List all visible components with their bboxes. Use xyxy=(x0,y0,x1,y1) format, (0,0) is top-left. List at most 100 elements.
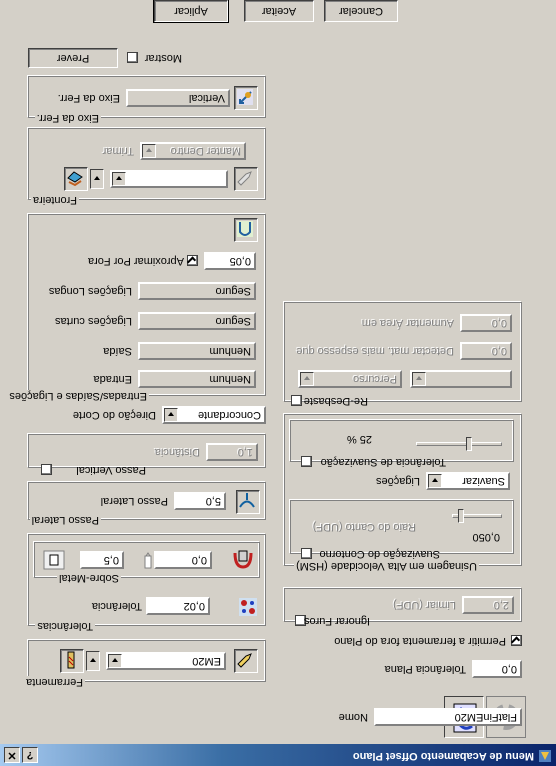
dialog-window: Menu de Acabamento Offset Plano ? ✕ Nome… xyxy=(0,0,556,766)
boundary-edit-button[interactable] xyxy=(234,167,258,191)
accept-button[interactable]: Aceitar xyxy=(244,0,314,22)
approach-input[interactable]: 0,05 xyxy=(204,252,256,270)
chevron-down-icon xyxy=(164,408,178,422)
approach-checkbox[interactable] xyxy=(187,255,198,266)
stepover-label: Passo Lateral xyxy=(100,495,168,507)
expand-area-input[interactable]: 0,0 xyxy=(460,314,512,332)
tolerance-label: Tolerância xyxy=(91,600,142,612)
cut-direction-select[interactable]: Concordante xyxy=(162,406,266,424)
chevron-down-icon xyxy=(108,654,122,668)
rest-reference-select[interactable] xyxy=(410,370,512,388)
short-links-value[interactable]: Seguro xyxy=(138,312,256,330)
window-title: Menu de Acabamento Offset Plano xyxy=(352,750,534,762)
stock-input[interactable]: 0,0 xyxy=(154,551,212,569)
hole-limit-input[interactable]: 2,0 xyxy=(462,596,514,614)
radius-value: 0,050 xyxy=(472,531,500,543)
close-button[interactable]: ✕ xyxy=(4,747,20,763)
links-group: Entradas/Saídas e Ligações xyxy=(7,214,266,402)
long-links-label: Ligações Longas xyxy=(48,285,132,297)
exit-value[interactable]: Nenhum xyxy=(138,342,256,360)
links-icon xyxy=(237,221,253,237)
distance-label: Distância xyxy=(154,446,200,458)
name-label: Nome xyxy=(338,711,368,723)
radius-label: Raio do Canto (UDF) xyxy=(312,521,416,533)
show-label: Mostrar xyxy=(144,52,182,64)
trim-select-value: Manter Dentro xyxy=(170,145,241,157)
hsm-group-label: Usinagem em Alta Velocidade (HSM) xyxy=(294,560,479,572)
chevron-down-icon xyxy=(412,372,426,386)
vertical-step-checkbox[interactable] xyxy=(41,464,52,475)
stock2-input[interactable]: 0,5 xyxy=(80,551,124,569)
preview-button[interactable]: Prever xyxy=(28,48,118,68)
vertical-step-label: Passo Vertical xyxy=(76,464,146,476)
tool-axis-label: Eixo da Ferr. xyxy=(57,92,120,104)
radius-slider-thumb[interactable] xyxy=(458,509,464,523)
boundary-group-label: Fronteira xyxy=(30,194,79,206)
stock-icon-button[interactable] xyxy=(232,549,254,571)
rest-type-select[interactable]: Percurso xyxy=(298,370,402,388)
tool-holder-button[interactable] xyxy=(60,649,84,673)
tolerances-group-label: Tolerâncias xyxy=(35,620,95,632)
chevron-down-icon xyxy=(300,372,314,386)
tolerance-icon-button[interactable] xyxy=(236,595,260,619)
chevron-down-icon xyxy=(428,474,442,488)
links-group-label: Entradas/Saídas e Ligações xyxy=(7,390,149,402)
stepover-icon xyxy=(239,493,255,508)
tolerance-icon xyxy=(239,598,257,616)
cancel-button[interactable]: Cancelar xyxy=(324,0,398,22)
ignore-holes-label: Ignorar Furos xyxy=(303,615,370,627)
hsm-links-value: Suavizar xyxy=(462,475,505,487)
tool-group-label: Ferramenta xyxy=(24,676,85,688)
name-input[interactable]: FlatFinEM20 xyxy=(374,708,522,726)
help-button[interactable]: ? xyxy=(22,747,38,763)
cut-direction-label: Direção do Corte xyxy=(72,409,156,421)
tolerance-input[interactable]: 0,02 xyxy=(146,597,210,615)
tool-edit-button[interactable] xyxy=(234,649,258,673)
cut-direction-value: Concordante xyxy=(198,409,261,421)
hole-limit-label: Limiar (UDF) xyxy=(393,599,456,611)
hsm-links-label: Ligações xyxy=(375,475,420,487)
tool-select[interactable]: EM20 xyxy=(106,652,226,670)
rest-type-value: Percurso xyxy=(352,373,397,385)
long-links-value[interactable]: Seguro xyxy=(138,282,256,300)
boundary-menu-button[interactable] xyxy=(90,169,104,189)
stock2-icon-button[interactable] xyxy=(42,549,66,571)
tool-select-value: EM20 xyxy=(192,655,221,667)
stepover-icon-button[interactable] xyxy=(236,490,260,514)
entry-value[interactable]: Nenhum xyxy=(138,370,256,388)
detect-thicker-input[interactable]: 0,0 xyxy=(460,342,512,360)
stepover-input[interactable]: 5,0 xyxy=(174,492,226,510)
entry-label: Entrada xyxy=(93,373,132,385)
plane-tolerance-input[interactable]: 0,0 xyxy=(472,660,522,678)
pencil-icon xyxy=(237,171,252,186)
allow-outside-checkbox[interactable] xyxy=(511,635,522,646)
hsm-links-select[interactable]: Suavizar xyxy=(426,472,510,490)
smoothing-checkbox[interactable] xyxy=(301,548,312,559)
tolerance-smoothing-slider-track[interactable] xyxy=(416,442,502,446)
tool-menu-button[interactable] xyxy=(86,651,100,671)
rest-checkbox[interactable] xyxy=(291,395,302,406)
tool-axis-button[interactable] xyxy=(234,86,258,110)
show-checkbox[interactable] xyxy=(127,52,138,63)
tolerance-smoothing-label: Tolerância de Suavização xyxy=(320,456,446,468)
distance-input[interactable]: 1,0 xyxy=(206,443,258,461)
boundary-icon xyxy=(67,171,83,187)
short-links-label: Ligações curtas xyxy=(54,315,132,327)
apply-button[interactable]: Aplicar xyxy=(153,0,229,23)
chevron-down-icon xyxy=(142,144,156,158)
stock-lock-icon xyxy=(43,550,65,570)
boundary-create-button[interactable] xyxy=(64,167,88,191)
tool-axis-value[interactable]: Vertical xyxy=(126,89,230,107)
tolerance-smoothing-checkbox[interactable] xyxy=(301,456,312,467)
trim-select[interactable]: Manter Dentro xyxy=(140,142,246,160)
smoothing-label: Suavização do Contorno xyxy=(319,548,440,560)
tolerance-smoothing-slider-thumb[interactable] xyxy=(466,437,472,451)
app-icon xyxy=(539,750,551,762)
approach-label: Aproximar Por Fora xyxy=(88,255,184,267)
plane-tolerance-label: Tolerância Plana xyxy=(384,663,466,675)
rest-label: Re-Desbaste xyxy=(303,395,368,407)
expand-area-label: Aumentar Área em xyxy=(361,317,454,329)
boundary-select[interactable] xyxy=(110,170,228,188)
stock-label: Sobre-Metal xyxy=(57,572,121,584)
links-icon-button[interactable] xyxy=(234,218,258,242)
